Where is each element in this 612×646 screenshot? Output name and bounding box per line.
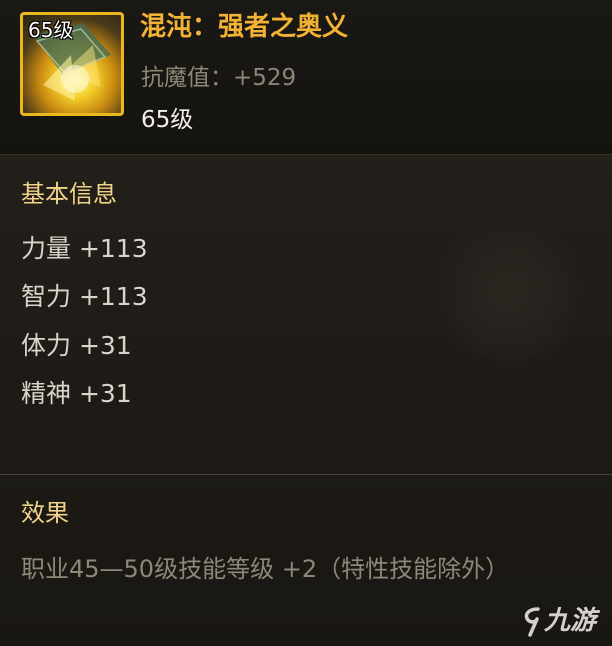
stat-strength: 力量 +113: [21, 234, 148, 263]
watermark-text: 九游: [544, 606, 597, 636]
tooltip-header: 65级 混沌：强者之奥义 抗魔值：+529 65级: [0, 0, 612, 155]
icon-level-badge: 65级: [28, 18, 74, 42]
basic-info-title: 基本信息: [21, 180, 117, 208]
stat-intelligence: 智力 +113: [21, 282, 148, 311]
item-level: 65级: [141, 107, 194, 133]
resist-value: 抗魔值：+529: [141, 65, 297, 91]
item-name: 混沌：强者之奥义: [140, 12, 349, 42]
section-divider: [0, 474, 612, 475]
item-icon[interactable]: 65级: [20, 12, 124, 116]
nine-game-logo-icon: [524, 606, 540, 637]
stat-vitality: 体力 +31: [21, 331, 132, 360]
background-emblem: [436, 216, 584, 364]
stat-spirit: 精神 +31: [21, 379, 132, 408]
effect-description: 职业45—50级技能等级 +2（特性技能除外）: [21, 555, 510, 583]
effect-title: 效果: [21, 499, 69, 527]
item-tooltip: 65级 混沌：强者之奥义 抗魔值：+529 65级 基本信息 力量 +113 智…: [0, 0, 612, 646]
watermark-logo: 九游: [522, 600, 596, 637]
